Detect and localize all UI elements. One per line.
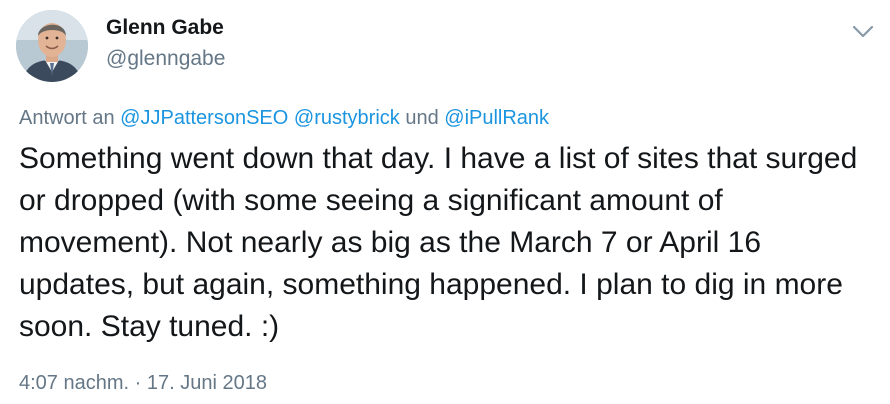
reply-prefix: Antwort an (19, 107, 115, 129)
tweet-timestamp[interactable]: 4:07 nachm. · 17. Juni 2018 (19, 372, 267, 395)
profile-photo (16, 10, 88, 82)
tweet-card: Glenn Gabe @glenngabe Antwort an @JJPatt… (0, 0, 890, 404)
mention-link[interactable]: @rustybrick (294, 107, 400, 129)
avatar[interactable] (16, 10, 88, 82)
author-name[interactable]: Glenn Gabe (106, 16, 224, 40)
tweet-text: Something went down that day. I have a l… (19, 142, 858, 343)
author-handle[interactable]: @glenngabe (106, 47, 225, 71)
chevron-down-icon[interactable] (850, 20, 876, 42)
mention-link[interactable]: @JJPattersonSEO (120, 107, 288, 129)
reply-context: Antwort an @JJPattersonSEO @rustybrick u… (19, 107, 549, 130)
mention-link[interactable]: @iPullRank (444, 107, 549, 129)
reply-conjunction: und (405, 107, 439, 129)
